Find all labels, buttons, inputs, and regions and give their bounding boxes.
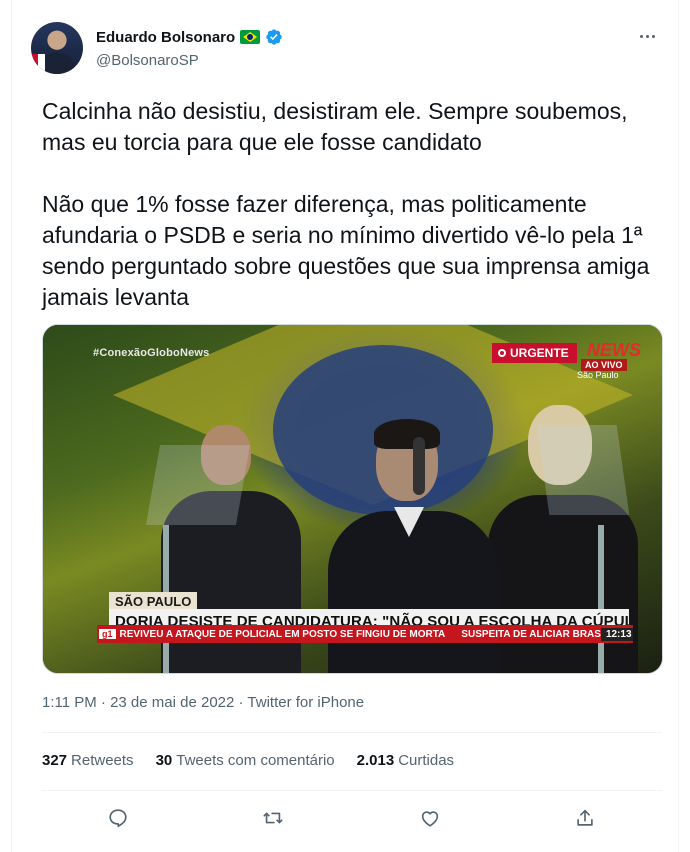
tweet-card: Eduardo Bolsonaro @BolsonaroSP Calcinha … (11, 0, 679, 852)
avatar[interactable] (31, 22, 83, 74)
tweet-actions (42, 800, 663, 836)
tweet-header: Eduardo Bolsonaro @BolsonaroSP (31, 22, 662, 78)
tv-ticker-item-1: REVIVEU A ATAQUE DE POLICIAL EM POSTO SE… (119, 628, 446, 640)
author-name[interactable]: Eduardo Bolsonaro (96, 29, 235, 46)
more-dot (645, 34, 649, 38)
author-name-row[interactable]: Eduardo Bolsonaro (96, 28, 283, 46)
likes-count: 2.013 (356, 752, 395, 769)
more-options-icon[interactable] (632, 26, 662, 46)
divider (42, 790, 662, 791)
quotes-label: Tweets com comentário (176, 752, 335, 769)
tv-ticker: g1 REVIVEU A ATAQUE DE POLICIAL EM POSTO… (97, 625, 633, 643)
photo-teleprompter-right (536, 425, 630, 515)
tv-channel-logo: NEWS (587, 340, 641, 360)
tv-ticker-time: 12:13 (600, 627, 633, 641)
likes-label: Curtidas (398, 752, 455, 769)
tweet-stats: 327 Retweets 30 Tweets com comentário 2.01… (42, 752, 476, 769)
tv-urgent-badge: URGENTE (492, 343, 577, 363)
more-dot (651, 34, 655, 38)
photo-person-right-body (488, 495, 638, 673)
retweets-count: 327 (42, 752, 68, 769)
tv-hashtag: #ConexãoGloboNews (93, 347, 210, 359)
divider (42, 732, 662, 733)
quotes-count: 30 (155, 752, 173, 769)
more-dot (639, 34, 643, 38)
retweets-label: Retweets (71, 752, 134, 769)
photo-teleprompter-left (145, 445, 251, 525)
retweets-stat[interactable]: 327 Retweets (42, 752, 134, 769)
photo-person-center-body (328, 511, 498, 673)
brazil-flag-icon (240, 30, 261, 44)
photo-microphone (413, 437, 425, 495)
avatar-flag-shape (31, 54, 45, 74)
tweet-text: Calcinha não desistiu, desistiram ele. S… (42, 98, 650, 310)
heart-icon[interactable] (412, 800, 448, 836)
tv-ticker-badge: g1 (99, 629, 116, 639)
verified-badge-icon (266, 29, 282, 45)
tweet-timestamp[interactable]: 1:11 PM · 23 de mai de 2022 · Twitter fo… (42, 694, 364, 711)
tv-urgent-label: URGENTE (510, 346, 569, 360)
live-dot-icon (498, 349, 506, 357)
share-icon[interactable] (567, 800, 603, 836)
tv-ticker-item-2: SUSPEITA DE ALICIAR BRAS (461, 628, 601, 640)
tv-location-top: São Paulo (577, 370, 619, 380)
retweet-icon[interactable] (255, 800, 291, 836)
photo-person-center-hair (374, 419, 440, 449)
likes-stat[interactable]: 2.013 Curtidas (357, 752, 454, 769)
reply-icon[interactable] (100, 800, 136, 836)
author-handle[interactable]: @BolsonaroSP (96, 52, 199, 69)
quotes-stat[interactable]: 30 Tweets com comentário (156, 752, 335, 769)
photo-stand-right (598, 525, 604, 673)
tweet-media-photo[interactable]: #ConexãoGloboNews URGENTE NEWS AO VIVO S… (42, 324, 663, 674)
